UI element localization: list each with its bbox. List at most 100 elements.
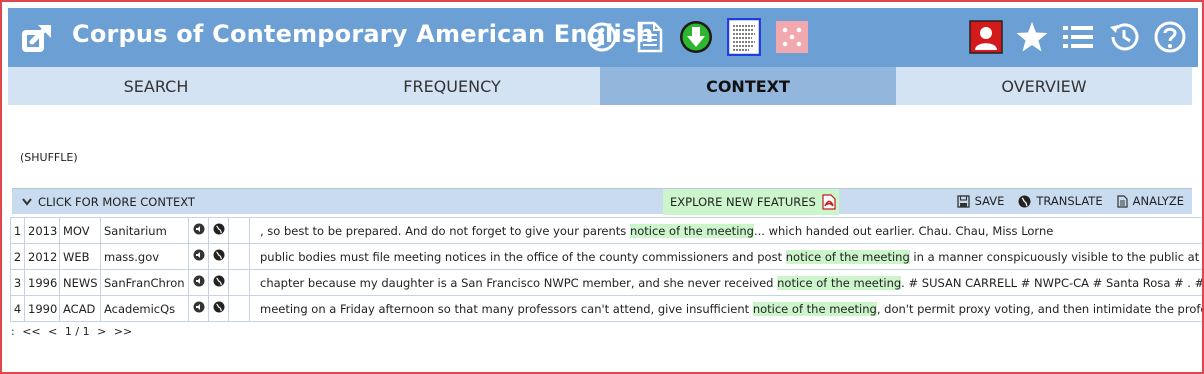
blank-cell (228, 295, 250, 322)
keyword-the[interactable]: the (839, 249, 859, 264)
globe-icon[interactable] (213, 301, 225, 313)
row-year: 1990 (24, 295, 60, 322)
tab-context[interactable]: CONTEXT (600, 67, 896, 105)
keyword-notice[interactable]: notice (629, 223, 666, 238)
context-cell[interactable]: public bodies must file meeting notices … (249, 243, 1202, 270)
blank-cell (228, 269, 250, 296)
first-page-link[interactable]: << (22, 325, 40, 338)
save-label: SAVE (974, 194, 1005, 208)
keyword-the[interactable]: the (683, 223, 703, 238)
tab-search[interactable]: SEARCH (8, 67, 304, 105)
keyword-meeting[interactable]: meeting (853, 275, 902, 290)
context-before: public bodies must file meeting notices … (260, 249, 786, 264)
page-indicator: 1 / 1 (64, 325, 90, 338)
chevron-down-icon (22, 198, 32, 206)
speaker-icon[interactable] (193, 223, 205, 235)
row-genre: MOV (59, 217, 101, 244)
save-button[interactable]: SAVE (956, 194, 1005, 208)
explore-features-label: EXPLORE NEW FEATURES (670, 195, 816, 209)
translate-label: TRANSLATE (1036, 194, 1103, 208)
keyword-of[interactable]: of (669, 223, 681, 238)
page-frame: Corpus of Contemporary American English (0, 0, 1204, 374)
row-source-link[interactable]: mass.gov (100, 243, 189, 270)
context-cell[interactable]: meeting on a Friday afternoon so that ma… (249, 295, 1204, 322)
speaker-icon[interactable] (193, 249, 205, 261)
tab-overview[interactable]: OVERVIEW (896, 67, 1192, 105)
list-icon[interactable] (1060, 18, 1096, 56)
text-sample-icon[interactable] (726, 18, 762, 56)
toolbar-actions: SAVE TRANSLATE ANALYZE (956, 194, 1184, 208)
blank-cell (228, 217, 250, 244)
main-tabs: SEARCH FREQUENCY CONTEXT OVERVIEW (8, 67, 1192, 105)
row-source-link[interactable]: Sanitarium (100, 217, 189, 244)
app-header: Corpus of Contemporary American English (8, 8, 1198, 67)
random-dice-icon[interactable] (774, 18, 810, 56)
keyword-notice[interactable]: notice (777, 275, 813, 290)
context-cell[interactable]: , so best to be prepared. And do not for… (249, 217, 1202, 244)
explore-features-button[interactable]: EXPLORE NEW FEATURES (663, 189, 839, 215)
context-before: , so best to be prepared. And do not for… (260, 223, 630, 238)
save-icon (956, 194, 970, 208)
app-title: Corpus of Contemporary American English (72, 20, 654, 48)
next-page-link[interactable]: > (97, 325, 106, 338)
keyword-the[interactable]: the (830, 275, 850, 290)
download-icon[interactable] (678, 18, 714, 56)
speaker-icon[interactable] (193, 275, 205, 287)
more-context-label: CLICK FOR MORE CONTEXT (38, 195, 195, 209)
pagination: : << < 1 / 1 > >> (11, 325, 136, 338)
keyword-meeting[interactable]: meeting (862, 249, 910, 264)
row-source-link[interactable]: SanFranChron (100, 269, 189, 296)
globe-icon[interactable] (213, 275, 225, 287)
translate-button[interactable]: TRANSLATE (1018, 194, 1103, 208)
tab-frequency[interactable]: FREQUENCY (304, 67, 600, 105)
history-icon[interactable] (1106, 18, 1142, 56)
star-icon[interactable] (1014, 18, 1050, 56)
translate-cell (208, 243, 229, 270)
row-genre: NEWS (59, 269, 101, 296)
row-year: 2013 (24, 217, 60, 244)
analyze-button[interactable]: ANALYZE (1117, 194, 1184, 208)
keyword-the[interactable]: the (806, 301, 826, 316)
globe-icon[interactable] (213, 249, 225, 261)
info-icon[interactable] (584, 18, 620, 56)
keyword-meeting[interactable]: meeting (829, 301, 877, 316)
context-after: , don't permit proxy voting, and then in… (876, 301, 1204, 316)
keyword-of[interactable]: of (824, 249, 836, 264)
context-after: ... which handed out earlier. Chau. Chau… (753, 223, 1054, 238)
translate-cell (208, 295, 229, 322)
row-genre: ACAD (59, 295, 101, 322)
keyword-of[interactable]: of (791, 301, 803, 316)
context-toolbar: CLICK FOR MORE CONTEXT EXPLORE NEW FEATU… (12, 188, 1192, 215)
globe-icon (1018, 195, 1031, 207)
analyze-label: ANALYZE (1132, 194, 1184, 208)
more-context-button[interactable]: CLICK FOR MORE CONTEXT (22, 195, 195, 209)
keyword-notice[interactable]: notice (752, 301, 789, 316)
external-link-icon[interactable] (20, 22, 54, 54)
table-row: 1 2013 MOV Sanitarium , so best to be pr… (10, 217, 1202, 244)
row-genre: WEB (59, 243, 101, 270)
audio-cell (188, 295, 209, 322)
last-page-link[interactable]: >> (114, 325, 132, 338)
context-before: chapter because my daughter is a San Fra… (260, 275, 778, 290)
prev-page-link[interactable]: < (48, 325, 57, 338)
document-icon[interactable] (632, 18, 668, 56)
help-icon[interactable] (1152, 18, 1188, 56)
context-after: in a manner conspicuously visible to the… (913, 249, 1202, 264)
context-cell[interactable]: chapter because my daughter is a San Fra… (249, 269, 1202, 296)
row-source-link[interactable]: AcademicQs (100, 295, 189, 322)
context-before: meeting on a Friday afternoon so that ma… (260, 301, 753, 316)
audio-cell (188, 217, 209, 244)
row-number: 1 (10, 217, 25, 244)
table-row: 3 1996 NEWS SanFranChron chapter because… (10, 269, 1202, 296)
audio-cell (188, 243, 209, 270)
shuffle-link[interactable]: (SHUFFLE) (20, 151, 78, 164)
table-row: 4 1990 ACAD AcademicQs meeting on a Frid… (10, 295, 1204, 322)
keyword-of[interactable]: of (816, 275, 828, 290)
globe-icon[interactable] (213, 223, 225, 235)
keyword-notice[interactable]: notice (785, 249, 822, 264)
speaker-icon[interactable] (193, 301, 205, 313)
row-number: 2 (10, 243, 25, 270)
keyword-meeting[interactable]: meeting (706, 223, 754, 238)
blank-cell (228, 243, 250, 270)
user-profile-icon[interactable] (968, 18, 1004, 56)
